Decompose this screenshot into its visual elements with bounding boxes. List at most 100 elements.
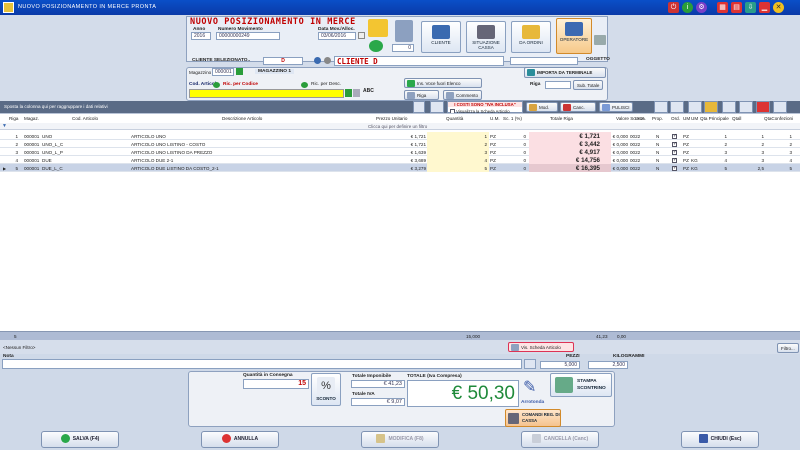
scale-icon[interactable] [430,101,444,113]
attachment-icon[interactable] [395,20,413,42]
ord-checkbox[interactable]: ✓ [672,157,677,163]
nessun-filtro[interactable]: <Nessun Filtro> [3,345,35,350]
pulisci-button[interactable]: PULISCI [599,102,633,112]
export-icon[interactable] [413,101,425,113]
ord-checkbox[interactable]: ✓ [672,165,677,171]
col-cod-articolo[interactable]: Cod. Articolo [72,116,98,121]
anno-field[interactable]: 2016 [191,32,211,40]
ric-codice-radio[interactable] [213,82,220,88]
cod-articolo-input[interactable] [189,89,344,98]
col-riga[interactable]: Riga [9,116,18,121]
col-descrizione[interactable]: Descrizione Articolo [222,116,262,121]
numero-field[interactable]: 00000000249 [216,32,280,40]
riga-field[interactable] [545,81,571,89]
stampa-scontrino-button[interactable]: STAMPA SCONTRINO [550,373,612,397]
info-row-icon[interactable] [670,101,684,113]
summary-count: 5 [14,334,17,339]
comandi-cassa-button[interactable]: COMANDI REG. DI CASSA [505,409,561,427]
folder-add-icon[interactable] [368,19,388,37]
pen-icon[interactable]: ✎ [523,379,543,397]
importa-terminale-button[interactable]: IMPORTA DA TERMINALE [524,67,606,78]
ord-checkbox[interactable]: ✓ [672,133,677,139]
commento-button[interactable]: Commento [443,90,482,100]
col-qta-principale[interactable]: Qta Principale [700,116,729,121]
col-prezzo[interactable]: Prezzo Unitario [376,116,407,121]
table-icon[interactable] [739,101,753,113]
customer-info-icon[interactable] [314,57,321,64]
col-ord[interactable]: Ord. [671,116,680,121]
magazzino-search-icon[interactable] [236,68,243,75]
attachment-counter: 0 [392,44,414,52]
col-sconto[interactable]: Sc. 1 (%) [503,116,522,121]
nota-input[interactable] [2,359,522,369]
modifica-button[interactable]: MODIFICA (F8) [361,431,439,448]
mod-riga-button[interactable]: Mod. Riga [526,102,558,119]
riga-vuota-button[interactable]: Riga Vuota [404,90,439,107]
settings-icon[interactable]: ⚙ [696,2,707,13]
col-iva[interactable]: I.V.A. [635,116,646,121]
table-row[interactable]: 2 000001 UNO_L_C ARTICOLO UNO LISTINO - COS… [0,140,800,148]
situazione-cassa-button[interactable]: SITUAZIONE CASSA [466,21,506,53]
logout-icon[interactable]: ⏻ [668,2,679,13]
chiudi-button[interactable]: CHIUDI (Esc) [681,431,759,448]
info-icon[interactable]: i [682,2,693,13]
monitor-icon[interactable] [722,101,736,113]
col-um1[interactable]: UM [683,116,690,121]
ric-desc-radio[interactable] [301,82,308,88]
calendar-icon[interactable]: ▦ [717,2,728,13]
cliente-button[interactable]: CLIENTE [421,21,461,53]
sconto-button[interactable]: % SCONTO [311,373,341,406]
annulla-button[interactable]: ANNULLA [201,431,279,448]
col-um2[interactable]: UM [691,116,698,121]
refresh-icon[interactable] [369,40,383,52]
col-quantita[interactable]: Quantità [446,116,463,121]
cell-qtall: 2 [761,141,764,147]
salva-button[interactable]: SALVA (F4) [41,431,119,448]
ord-checkbox[interactable]: ✓ [672,141,677,147]
nota-edit-icon[interactable] [524,359,536,369]
cod-articolo-clear-icon[interactable] [353,89,360,97]
filtro-button[interactable]: Filtro... [777,343,799,353]
calendar-picker-icon[interactable] [358,32,365,39]
oggetto-field[interactable] [510,57,578,65]
ric-codice-label[interactable]: Ric. per Codice [223,82,258,87]
data-field[interactable]: 03/06/2016 [318,32,356,40]
operatore-button[interactable]: OPERATORE [556,18,592,54]
cancella-button[interactable]: CANCELLA (Canc) [521,431,599,448]
col-totale-riga[interactable]: Totale Riga [550,116,573,121]
tag-icon[interactable] [688,101,702,113]
table-row[interactable]: 1 000001 UNO ARTICOLO UNO € 1,721 1 PZ 0 € 1,721… [0,132,800,140]
download-icon[interactable]: ⇩ [745,2,756,13]
edit-operator-icon[interactable] [594,35,606,45]
grid-icon[interactable]: ▤ [731,2,742,13]
group-hint: Sposta la colonna qui per raggruppare i … [4,104,108,109]
ord-checkbox[interactable]: ✓ [672,149,677,155]
abc-icon[interactable]: ABC [363,88,374,94]
arrow-icon[interactable] [773,101,787,113]
table-row[interactable]: 3 000001 UNO_L_P ARTICOLO UNO LISTINO DA PR… [0,148,800,156]
vis-scheda-button[interactable]: Vis. Scheda Articolo [508,342,574,352]
cell-um2: KG [691,157,698,163]
chart-icon[interactable] [756,101,770,113]
tools-icon[interactable] [704,101,718,113]
sub-totale-button[interactable]: Sub. Totale [573,80,603,90]
customer-search-icon[interactable] [324,57,331,64]
table-row[interactable]: 4 000001 DUE ARTICOLO DUE 2-1 € 3,689 4 PZ 0 € 1… [0,156,800,164]
ric-desc-label[interactable]: Ric. per Desc. [311,82,341,87]
col-magaz[interactable]: Magaz. [24,116,39,121]
col-prop[interactable]: Prop. [652,116,663,121]
arrotonda-label[interactable]: Arrotonda [521,400,544,405]
col-um[interactable]: U.M. [490,116,500,121]
canc-riga-button[interactable]: Canc. Riga [560,102,596,119]
magazzino-code[interactable]: 000001 [212,68,234,76]
minimize-icon[interactable]: ▁ [759,2,770,13]
col-qta-confezioni[interactable]: QtaConfezioni [764,116,793,121]
ins-voce-button[interactable]: Ins. Voce fuori Elenco [404,78,482,88]
close-icon[interactable]: ✕ [773,2,784,13]
save-icon[interactable] [654,101,668,113]
table-row[interactable]: ▶ 5 000001 DUE_L_C ARTICOLO DUE LISTINO DA C… [0,164,800,172]
filter-row[interactable]: ▼ Clicca qui per definire un filtro [0,123,800,130]
da-ordini-button[interactable]: DA ORDINI [511,21,551,53]
cod-articolo-search-icon[interactable] [345,89,352,97]
col-qtall[interactable]: Qtall [732,116,741,121]
